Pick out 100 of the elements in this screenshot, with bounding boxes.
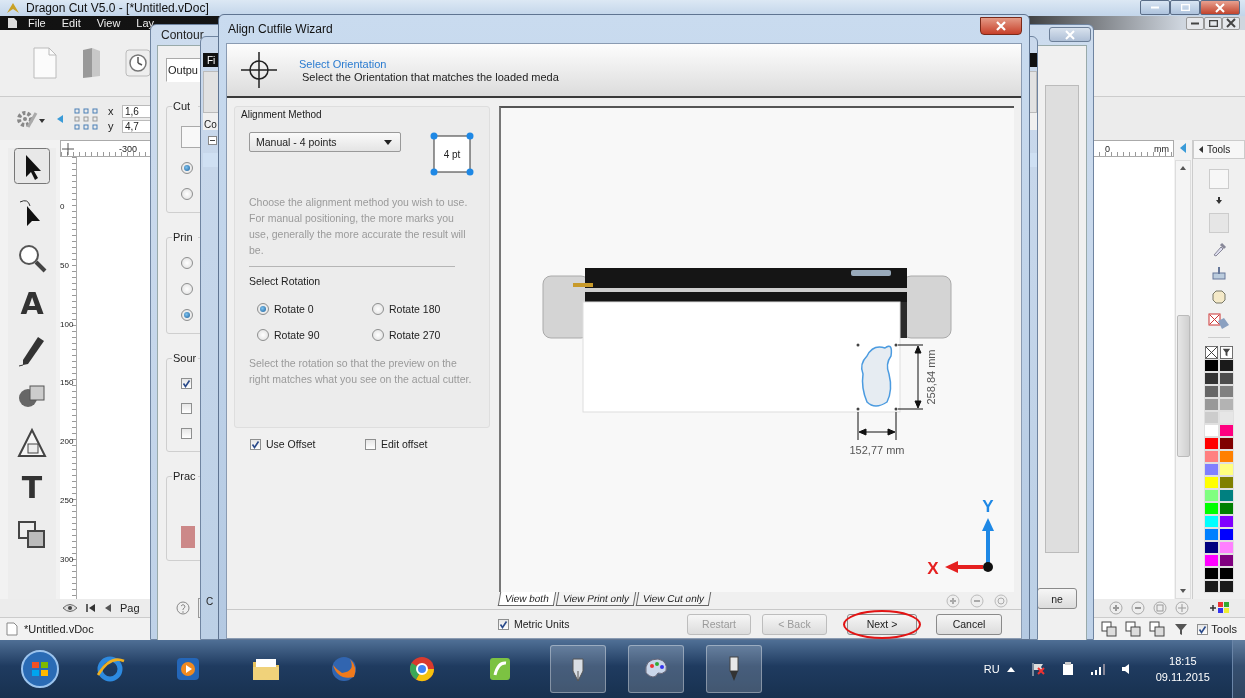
color-swatch[interactable] [1204, 567, 1219, 580]
outline-color-icon[interactable] [1219, 346, 1234, 359]
first-page-icon[interactable] [86, 603, 96, 613]
checkbox[interactable] [498, 618, 509, 630]
color-swatch[interactable] [1204, 372, 1219, 385]
color-swatch[interactable] [1219, 450, 1234, 463]
color-swatch[interactable] [1219, 359, 1234, 372]
color-swatch[interactable] [1219, 463, 1234, 476]
color-swatch[interactable] [1219, 372, 1234, 385]
pointer-icon[interactable] [14, 148, 50, 184]
flag-icon[interactable] [1029, 661, 1046, 677]
zoom-out-icon[interactable] [1131, 601, 1145, 615]
stroke-swatch-icon[interactable] [1209, 213, 1229, 233]
show-desktop-button[interactable] [1232, 640, 1245, 698]
close-button[interactable] [1200, 0, 1240, 15]
start-orb-icon[interactable] [20, 649, 60, 689]
color-swatch[interactable] [1204, 424, 1219, 437]
tray-icon[interactable] [1211, 265, 1227, 281]
close-button[interactable] [1222, 16, 1240, 30]
signal-bars-icon[interactable] [1089, 662, 1106, 676]
octagon-icon[interactable] [1211, 289, 1227, 305]
view-tab[interactable]: View Print only [555, 592, 636, 606]
no-color-icon[interactable] [1204, 346, 1219, 359]
menu-item[interactable]: File [22, 17, 52, 29]
group-icon[interactable] [1125, 621, 1142, 637]
clock-time[interactable]: 18:15 [1169, 653, 1197, 669]
fill-bucket-icon[interactable] [1208, 313, 1230, 331]
color-swatch[interactable] [1204, 437, 1219, 450]
restore-button[interactable] [1170, 0, 1200, 15]
color-swatch[interactable] [1219, 437, 1234, 450]
color-swatch[interactable] [1219, 476, 1234, 489]
color-swatch[interactable] [1219, 580, 1234, 593]
radio-button[interactable] [372, 329, 384, 341]
color-swatch[interactable] [1219, 489, 1234, 502]
text-tool-glyph[interactable]: T [14, 470, 50, 506]
wizard-button[interactable]: Cancel [936, 613, 1002, 635]
color-swatch[interactable] [1204, 398, 1219, 411]
language-indicator[interactable]: RU [983, 663, 1000, 675]
collapse-icon[interactable] [208, 136, 217, 145]
cutter-icon[interactable] [706, 645, 762, 693]
eyedropper-icon[interactable] [1211, 241, 1227, 257]
zoom-in-icon[interactable] [1109, 601, 1123, 615]
text-tool-glyph[interactable]: A [14, 286, 50, 322]
layers-icon[interactable] [1101, 621, 1118, 637]
view-tab[interactable]: View both [497, 592, 556, 606]
anchor-grid-icon[interactable] [74, 107, 98, 130]
radio-button[interactable] [181, 309, 193, 321]
menu-item[interactable]: Edit [55, 17, 87, 29]
color-swatch[interactable] [1204, 554, 1219, 567]
color-swatch[interactable] [1219, 567, 1234, 580]
checkbox[interactable] [181, 403, 192, 414]
method-dropdown[interactable]: Manual - 4 points [249, 132, 401, 152]
color-swatch[interactable] [1219, 541, 1234, 554]
checkbox[interactable] [1197, 623, 1209, 635]
radio-button[interactable] [181, 283, 193, 295]
show-hidden-icon[interactable] [1005, 665, 1016, 673]
color-swatch[interactable] [1219, 411, 1234, 424]
clock-date[interactable]: 09.11.2015 [1155, 669, 1210, 685]
close-button[interactable] [1049, 27, 1091, 42]
dialog-button[interactable]: ne [1037, 588, 1077, 609]
funnel-icon[interactable] [1173, 621, 1190, 637]
menu-item[interactable]: View [90, 17, 127, 29]
color-swatch[interactable] [1219, 554, 1234, 567]
previous-page-icon[interactable] [104, 603, 112, 613]
checkbox[interactable] [181, 378, 192, 389]
color-swatch[interactable] [1219, 528, 1234, 541]
color-swatch[interactable] [1204, 476, 1219, 489]
menu-item[interactable]: Lay [130, 17, 161, 29]
color-swatch[interactable] [1204, 450, 1219, 463]
wizard-button[interactable]: Next > [847, 613, 917, 635]
left-triangle-icon[interactable] [56, 113, 64, 124]
color-swatch[interactable] [1219, 502, 1234, 515]
color-swatch[interactable] [1204, 515, 1219, 528]
color-swatch[interactable] [1204, 502, 1219, 515]
color-swatch[interactable] [1204, 463, 1219, 476]
radio-button[interactable] [181, 188, 193, 200]
minimize-button[interactable] [1140, 0, 1170, 15]
scroll-down-icon[interactable] [1179, 588, 1187, 594]
view-tab[interactable]: View Cut only [635, 592, 711, 606]
close-button[interactable] [980, 17, 1022, 35]
radio-button[interactable] [181, 162, 193, 174]
color-swatch[interactable] [1204, 528, 1219, 541]
ungroup-icon[interactable] [1149, 621, 1166, 637]
add-palette-icon[interactable] [1209, 600, 1231, 616]
color-swatch[interactable] [1204, 541, 1219, 554]
radio-button[interactable] [257, 329, 269, 341]
checkbox[interactable] [181, 428, 192, 439]
help-icon[interactable] [176, 601, 190, 615]
color-swatch[interactable] [1204, 580, 1219, 593]
palette-icon[interactable] [628, 645, 684, 693]
coordinate-field[interactable]: 1,6 [122, 104, 152, 118]
color-swatch[interactable] [1204, 359, 1219, 372]
fill-swatch-icon[interactable] [1209, 169, 1229, 189]
color-swatch[interactable] [1219, 385, 1234, 398]
restore-button[interactable] [1204, 16, 1222, 30]
vertical-scrollbar[interactable] [1175, 160, 1191, 599]
color-swatch[interactable] [1219, 424, 1234, 437]
minimize-button[interactable] [1186, 16, 1204, 30]
color-swatch[interactable] [1204, 411, 1219, 424]
coordinate-field[interactable]: 4,7 [122, 119, 152, 133]
